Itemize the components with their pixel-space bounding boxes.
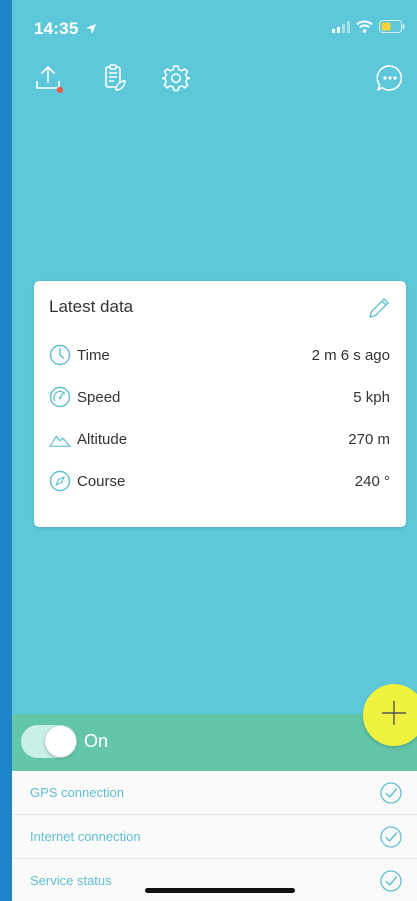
- status-item-service: Service status: [12, 859, 417, 901]
- chat-bubble-icon: [375, 63, 405, 98]
- status-label: GPS connection: [30, 785, 124, 800]
- battery-low-icon: [379, 20, 405, 38]
- clock-icon: [49, 344, 71, 366]
- data-value: 2 m 6 s ago: [311, 346, 390, 364]
- tracking-toggle-bar: On: [12, 714, 417, 771]
- card-title: Latest data: [49, 297, 134, 316]
- upload-icon: [33, 63, 64, 98]
- compass-icon: [49, 470, 71, 492]
- tracking-switch[interactable]: [21, 725, 77, 758]
- data-label: Course: [77, 472, 126, 490]
- status-item-gps: GPS connection: [12, 771, 417, 815]
- data-value: 240 °: [354, 472, 390, 490]
- upload-button[interactable]: [32, 64, 64, 96]
- check-circle-icon: [379, 825, 403, 849]
- add-button[interactable]: [363, 684, 417, 746]
- edit-button[interactable]: [366, 295, 392, 321]
- status-list: GPS connection Internet connection Servi…: [12, 771, 417, 901]
- check-circle-icon: [379, 781, 403, 805]
- mountain-icon: [49, 428, 71, 450]
- tracking-label: On: [84, 731, 109, 751]
- check-circle-icon: [379, 869, 403, 893]
- status-time: 14:35: [34, 19, 79, 38]
- data-label: Altitude: [77, 430, 128, 448]
- app-screen: 14:35 Latest data Time 2 m 6 s ago Speed…: [12, 0, 417, 901]
- status-item-internet: Internet connection: [12, 815, 417, 859]
- pencil-icon: [366, 298, 392, 325]
- home-indicator[interactable]: [145, 888, 295, 893]
- gear-icon: [161, 64, 191, 97]
- data-row-speed: Speed 5 kph: [49, 383, 390, 411]
- status-bar: 14:35: [12, 0, 417, 50]
- status-icons: [332, 20, 405, 38]
- data-row-time: Time 2 m 6 s ago: [49, 341, 390, 369]
- status-label: Internet connection: [30, 829, 141, 844]
- data-row-course: Course 240 °: [49, 467, 390, 495]
- cellular-signal-icon: [332, 20, 350, 38]
- data-label: Time: [77, 346, 110, 364]
- data-value: 5 kph: [353, 388, 390, 406]
- settings-button[interactable]: [160, 64, 192, 96]
- data-value: 270 m: [348, 430, 390, 448]
- speedometer-icon: [49, 386, 71, 408]
- switch-knob: [45, 726, 76, 757]
- data-row-altitude: Altitude 270 m: [49, 425, 390, 453]
- data-label: Speed: [77, 388, 121, 406]
- latest-data-card: Latest data Time 2 m 6 s ago Speed 5 kph…: [34, 281, 406, 527]
- wifi-icon: [356, 20, 373, 38]
- status-label: Service status: [30, 873, 112, 888]
- location-arrow-icon: [85, 22, 97, 40]
- log-button[interactable]: [98, 63, 130, 98]
- plus-icon: [379, 698, 409, 733]
- chat-button[interactable]: [374, 64, 406, 96]
- log-document-icon: [100, 63, 128, 98]
